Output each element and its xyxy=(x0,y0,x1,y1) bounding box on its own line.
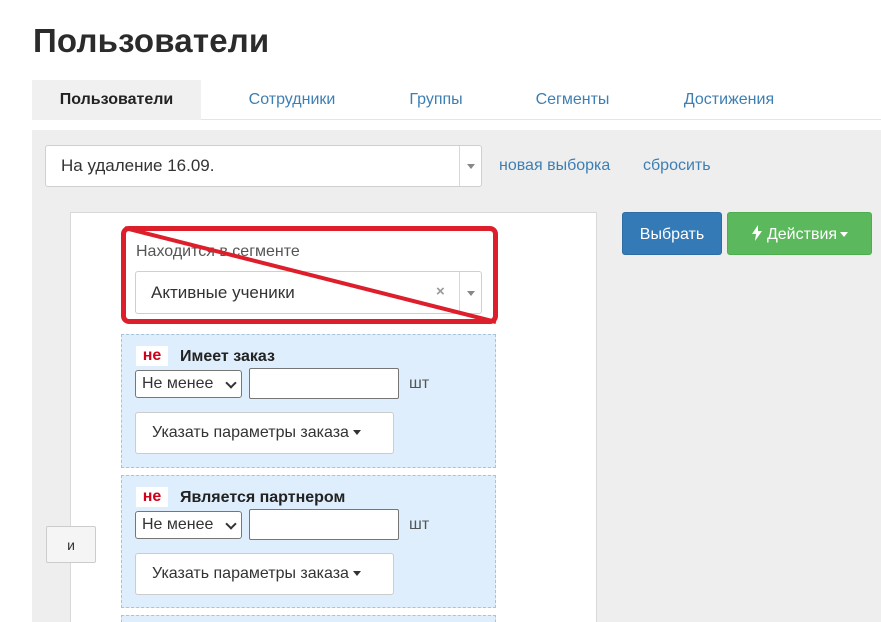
tab-groups[interactable]: Группы xyxy=(377,80,495,120)
operator-select[interactable]: Не менее xyxy=(135,370,242,398)
quantity-input[interactable] xyxy=(249,368,399,399)
actions-dropdown-button[interactable]: Действия xyxy=(727,212,872,255)
new-selection-link[interactable]: новая выборка xyxy=(499,157,610,175)
condition-title: Имеет заказ xyxy=(180,348,275,365)
condition-block-next xyxy=(121,615,496,622)
negation-badge[interactable]: не xyxy=(136,346,168,366)
tab-achievements[interactable]: Достижения xyxy=(659,80,799,120)
selection-select-toggle[interactable] xyxy=(459,146,481,186)
caret-down-icon xyxy=(352,430,361,436)
tab-employees[interactable]: Сотрудники xyxy=(222,80,362,120)
unit-label: шт xyxy=(409,375,430,392)
order-params-button[interactable]: Указать параметры заказа xyxy=(135,412,394,454)
choose-button[interactable]: Выбрать xyxy=(622,212,722,255)
order-params-button[interactable]: Указать параметры заказа xyxy=(135,553,394,595)
tab-segments[interactable]: Сегменты xyxy=(510,80,635,120)
chevron-down-icon xyxy=(467,164,475,169)
tab-users[interactable]: Пользователи xyxy=(32,80,201,120)
selection-select-value: На удаление 16.09. xyxy=(61,156,215,175)
lightning-icon xyxy=(751,225,762,241)
unit-label: шт xyxy=(409,516,430,533)
condition-title: Является партнером xyxy=(180,489,346,506)
reset-link[interactable]: сбросить xyxy=(643,157,711,175)
and-operator-button[interactable]: и xyxy=(46,526,96,563)
tab-bar: Пользователи Сотрудники Группы Сегменты … xyxy=(32,80,881,120)
quantity-input[interactable] xyxy=(249,509,399,540)
negation-badge[interactable]: не xyxy=(136,487,168,507)
operator-select[interactable]: Не менее xyxy=(135,511,242,539)
operator-select-value: Не менее xyxy=(142,375,214,392)
caret-down-icon xyxy=(840,232,849,238)
condition-block-partner: не Является партнером Не менее шт Указат… xyxy=(121,475,496,608)
annotation-box xyxy=(121,226,498,324)
page-title: Пользователи xyxy=(33,22,270,59)
selection-select[interactable]: На удаление 16.09. xyxy=(45,145,482,187)
chevron-down-icon xyxy=(225,377,237,389)
caret-down-icon xyxy=(352,571,361,577)
condition-block-order: не Имеет заказ Не менее шт Указать парам… xyxy=(121,334,496,468)
chevron-down-icon xyxy=(225,518,237,530)
order-params-label: Указать параметры заказа xyxy=(152,565,349,582)
operator-select-value: Не менее xyxy=(142,516,214,533)
order-params-label: Указать параметры заказа xyxy=(152,424,349,441)
actions-label: Действия xyxy=(766,226,838,243)
